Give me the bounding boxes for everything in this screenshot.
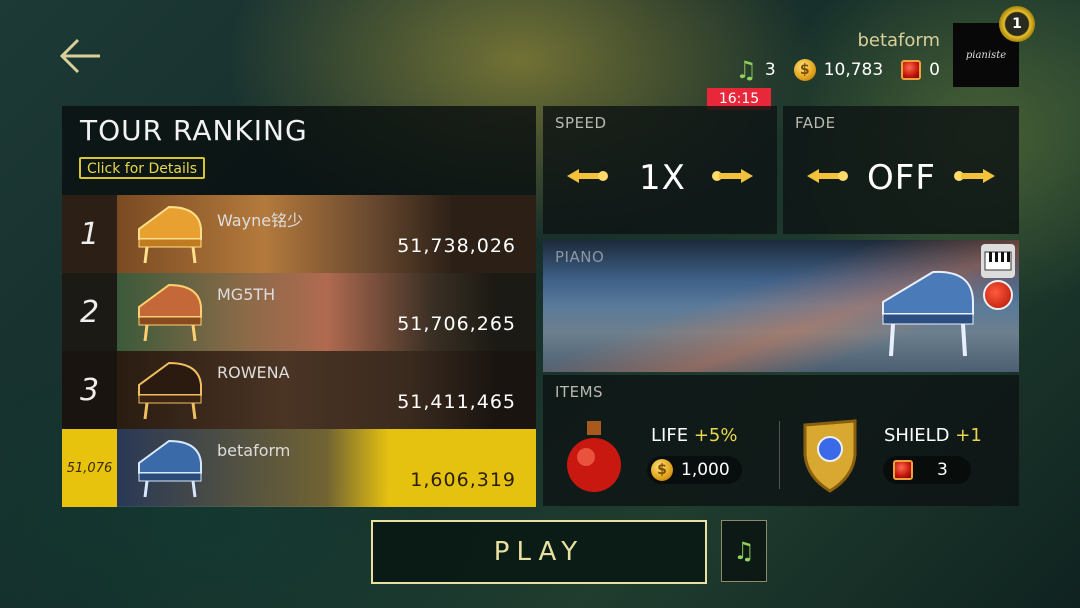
level-badge: 1 [999, 6, 1035, 42]
player-name: betaform [857, 30, 940, 51]
piano-preview-icon [882, 270, 974, 357]
speed-label: SPEED [555, 114, 607, 132]
golden-piano-icon [138, 361, 202, 420]
speed-value: 1X [639, 158, 686, 198]
fade-increase-button[interactable] [951, 166, 997, 186]
life-cost: $ 1,000 [647, 456, 742, 484]
golden-piano-icon [138, 283, 202, 342]
player-name: MG5TH [217, 285, 276, 304]
my-ranking-row[interactable]: 51,076 betaform 1,606,319 [62, 429, 536, 507]
speed-increase-button[interactable] [709, 166, 755, 186]
rank-number: 1 [79, 216, 100, 252]
coin-icon: $ [651, 459, 673, 481]
ranking-title: TOUR RANKING [80, 114, 308, 147]
play-button[interactable]: PLAY [371, 520, 707, 584]
player-score: 51,411,465 [397, 391, 516, 413]
blue-piano-icon [138, 439, 202, 498]
gem-count: 0 [929, 60, 940, 80]
items-label: ITEMS [555, 383, 604, 401]
fade-value: OFF [867, 158, 936, 198]
piano-label: PIANO [555, 248, 605, 266]
my-player-name: betaform [217, 441, 291, 460]
life-bonus: +5% [693, 425, 738, 446]
shield-bonus: +1 [955, 425, 982, 446]
rank-number: 3 [79, 372, 100, 408]
shield-icon[interactable] [797, 415, 863, 495]
speed-panel: SPEED 1X [543, 106, 777, 234]
keyboard-icon[interactable] [981, 244, 1015, 278]
back-button[interactable] [58, 36, 104, 76]
piano-panel[interactable]: PIANO [543, 240, 1019, 372]
golden-piano-icon [138, 205, 202, 264]
music-note-icon: ♫ [735, 56, 757, 84]
details-button[interactable]: Click for Details [79, 157, 206, 179]
music-note-icon: ♫ [733, 537, 755, 565]
ranking-row[interactable]: 3 ROWENA 51,411,465 [62, 351, 536, 429]
player-name: Wayne铭少 [217, 211, 304, 230]
fade-panel: FADE OFF [783, 106, 1019, 234]
life-name: LIFE [651, 425, 689, 446]
rank-number: 2 [79, 294, 100, 330]
currency-bar: ♫ 3 $ 10,783 0 [735, 58, 940, 82]
song-select-button[interactable]: ♫ [721, 520, 767, 582]
life-cost-value: 1,000 [681, 460, 730, 480]
items-panel: ITEMS LIFE +5% $ 1,000 SHIELD +1 3 [543, 375, 1019, 506]
shield-cost-value: 3 [937, 460, 948, 480]
back-arrow-icon [59, 38, 100, 74]
player-name: ROWENA [217, 363, 290, 382]
items-divider [779, 421, 780, 489]
shield-name: SHIELD [884, 425, 950, 446]
shield-cost: 3 [883, 456, 971, 484]
potion-icon[interactable] [983, 280, 1013, 310]
my-player-score: 1,606,319 [410, 469, 516, 491]
fade-label: FADE [795, 114, 836, 132]
coin-count: 10,783 [823, 60, 884, 80]
avatar-text: pianiste [965, 49, 1007, 61]
ranking-row[interactable]: 1 Wayne铭少 51,738,026 [62, 195, 536, 273]
my-rank-number: 51,076 [62, 429, 117, 507]
gem-icon [901, 60, 922, 80]
player-score: 51,706,265 [397, 313, 516, 335]
player-score: 51,738,026 [397, 235, 516, 257]
life-potion-icon[interactable] [561, 417, 627, 495]
fade-decrease-button[interactable] [805, 166, 851, 186]
speed-decrease-button[interactable] [565, 166, 611, 186]
coin-icon: $ [793, 59, 816, 81]
gem-icon [893, 460, 913, 480]
ranking-row[interactable]: 2 MG5TH 51,706,265 [62, 273, 536, 351]
notes-count: 3 [764, 60, 776, 80]
